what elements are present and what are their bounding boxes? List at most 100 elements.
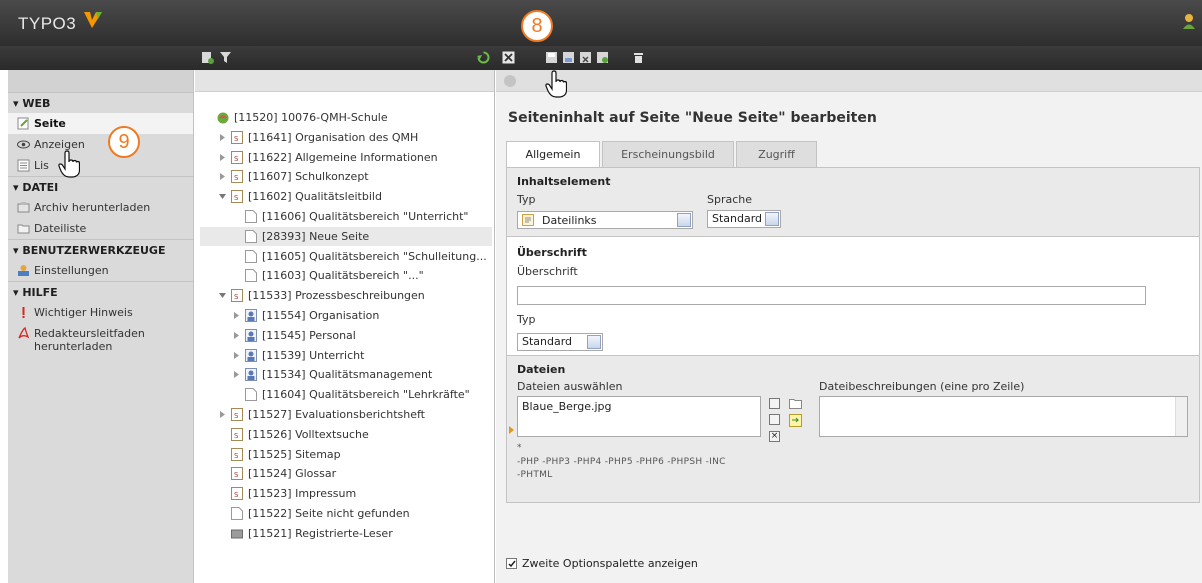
back-icon[interactable] xyxy=(504,75,516,87)
expand-arrow-icon[interactable] xyxy=(233,351,240,359)
header-type-label: Typ xyxy=(517,313,536,326)
page-icon[interactable]: S xyxy=(231,467,243,481)
page-icon[interactable]: S xyxy=(231,130,243,144)
tree-node-label: [11604] Qualitätsbereich "Lehrkräfte" xyxy=(262,388,470,402)
module-menu-spacer xyxy=(8,70,193,92)
file-list[interactable]: Blaue_Berge.jpg xyxy=(517,396,761,437)
expand-arrow-icon[interactable] xyxy=(219,153,226,161)
collapse-arrow-icon[interactable] xyxy=(219,193,226,200)
page-icon[interactable] xyxy=(245,388,257,402)
site-root-icon[interactable] xyxy=(217,111,229,124)
hand-cursor-icon xyxy=(545,70,567,98)
user-group-page-icon[interactable] xyxy=(245,309,257,322)
page-icon[interactable]: S xyxy=(231,487,243,501)
page-icon[interactable] xyxy=(231,507,243,520)
module-item-anzeigen[interactable]: Anzeigen xyxy=(8,134,193,155)
module-item-dateiliste[interactable]: Dateiliste xyxy=(8,218,193,239)
folder-icon[interactable] xyxy=(789,398,802,409)
module-item-archiv[interactable]: Archiv herunterladen xyxy=(8,197,193,218)
user-icon[interactable] xyxy=(1182,13,1196,29)
delete-icon[interactable] xyxy=(632,51,645,64)
section-datei[interactable]: ▾ DATEI xyxy=(8,176,193,197)
new-page-icon[interactable] xyxy=(201,51,214,64)
section-hilfe[interactable]: ▾ HILFE xyxy=(8,281,193,302)
disallowed-extensions-2: -PHTML xyxy=(517,470,553,480)
expand-arrow-icon[interactable] xyxy=(233,331,240,339)
page-icon[interactable]: S xyxy=(231,170,243,184)
tab-allgemein[interactable]: Allgemein xyxy=(506,141,600,168)
user-group-page-icon[interactable] xyxy=(245,368,257,382)
archive-icon xyxy=(17,202,30,213)
tab-erscheinungsbild[interactable]: Erscheinungsbild xyxy=(602,141,734,167)
tree-node-label: [11526] Volltextsuche xyxy=(248,427,369,441)
page-icon[interactable] xyxy=(245,249,257,263)
module-item-seite[interactable]: Seite xyxy=(8,113,193,134)
section-benutzerwerkzeuge[interactable]: ▾ BENUTZERWERKZEUGE xyxy=(8,239,193,260)
tree-node-label: [11520] 10076-QMH-Schule xyxy=(234,111,388,124)
collapse-arrow-icon[interactable] xyxy=(219,292,226,299)
refresh-icon[interactable] xyxy=(477,51,490,64)
page-icon[interactable] xyxy=(245,269,257,283)
module-label-dateiliste: Dateiliste xyxy=(34,222,87,235)
module-label-liste: Lis xyxy=(34,159,49,172)
save-and-close-icon[interactable] xyxy=(579,51,592,64)
expand-arrow-icon[interactable] xyxy=(219,133,226,141)
content-frame: Seiteninhalt auf Seite "Neue Seite" bear… xyxy=(496,70,1202,583)
exclamation-icon xyxy=(22,307,25,318)
section-inhaltselement: Inhaltselement Typ Dateilinks Sprache St… xyxy=(507,168,1199,236)
page-icon[interactable]: S xyxy=(231,150,243,164)
pdf-icon xyxy=(18,327,30,339)
header-type-select[interactable]: Standard xyxy=(517,333,603,351)
user-group-page-icon[interactable] xyxy=(245,328,257,342)
module-label-archiv: Archiv herunterladen xyxy=(34,201,151,214)
sysfolder-icon[interactable] xyxy=(231,527,243,540)
insert-file-icon[interactable] xyxy=(789,414,802,427)
top-bar: TYPO3 xyxy=(0,0,1202,46)
scrollbar[interactable] xyxy=(1175,397,1187,436)
close-icon[interactable] xyxy=(502,51,515,64)
page-icon[interactable]: S xyxy=(231,427,243,441)
section-web[interactable]: ▾ WEB xyxy=(8,92,193,113)
svg-text:S: S xyxy=(234,293,239,301)
user-group-page-icon[interactable] xyxy=(245,348,257,362)
tree-node-label: [11606] Qualitätsbereich "Unterricht" xyxy=(262,210,469,223)
content-type-select[interactable]: Dateilinks xyxy=(517,211,693,229)
move-up-icon[interactable] xyxy=(769,398,780,409)
tree-node-label: [11602] Qualitätsleitbild xyxy=(248,190,382,204)
typo3-logo-icon xyxy=(84,12,102,28)
module-item-einstellungen[interactable]: Einstellungen xyxy=(8,260,193,281)
expand-arrow-icon[interactable] xyxy=(219,173,226,181)
file-descriptions[interactable] xyxy=(819,396,1188,437)
move-down-icon[interactable] xyxy=(769,414,780,425)
filter-icon[interactable] xyxy=(219,51,232,64)
page-icon[interactable]: S xyxy=(231,289,243,303)
tab-zugriff[interactable]: Zugriff xyxy=(736,141,817,167)
ueberschrift-field-label: Überschrift xyxy=(517,265,578,278)
tree-node[interactable]: [28393] Neue Seite xyxy=(200,226,492,246)
tree-node-label: [11605] Qualitätsbereich "Schulleitung..… xyxy=(262,249,487,263)
tree-node-label: [11622] Allgemeine Informationen xyxy=(248,150,438,164)
header-input[interactable] xyxy=(517,286,1146,305)
language-select[interactable]: Standard xyxy=(707,210,781,228)
svg-text:S: S xyxy=(234,135,239,143)
remove-icon[interactable]: × xyxy=(769,431,780,442)
module-item-hinweis[interactable]: Wichtiger Hinweis xyxy=(8,302,193,323)
page-icon[interactable] xyxy=(245,229,257,243)
second-palette-checkbox[interactable] xyxy=(506,558,517,569)
save-and-new-icon[interactable] xyxy=(596,51,609,64)
page-icon[interactable]: S xyxy=(231,190,243,204)
checkmark-icon xyxy=(508,560,516,568)
save-and-view-icon[interactable] xyxy=(562,51,575,64)
expand-arrow-icon[interactable] xyxy=(233,312,240,319)
save-icon[interactable] xyxy=(545,51,558,64)
section-ueberschrift: Überschrift Überschrift Typ xyxy=(507,236,1199,331)
chevron-down-icon xyxy=(765,212,779,226)
module-item-leitfaden[interactable]: Redakteursleitfaden herunterladen xyxy=(8,323,193,357)
page-icon[interactable]: S xyxy=(231,447,243,461)
page-icon[interactable] xyxy=(245,210,257,223)
page-icon[interactable]: S xyxy=(231,408,243,421)
module-item-liste[interactable]: Lis xyxy=(8,155,193,176)
module-label-einstellungen: Einstellungen xyxy=(34,264,109,277)
expand-arrow-icon[interactable] xyxy=(219,411,226,418)
expand-arrow-icon[interactable] xyxy=(233,371,240,379)
